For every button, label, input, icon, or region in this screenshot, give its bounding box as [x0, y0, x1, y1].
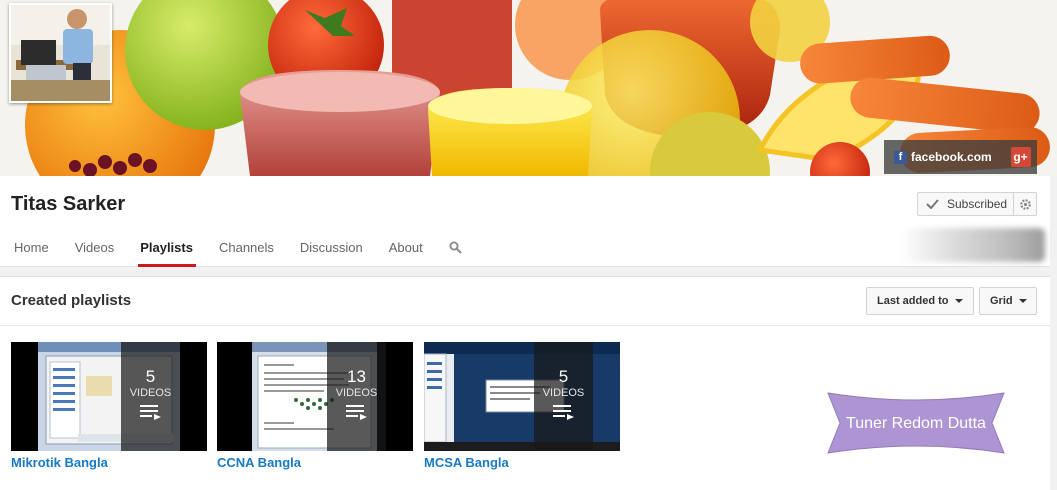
- playlist-count-overlay: 5 VIDEOS: [534, 342, 593, 451]
- video-count: 5: [145, 367, 156, 386]
- video-count: 13: [347, 367, 366, 386]
- gear-icon: [1019, 198, 1031, 210]
- section-title: Created playlists: [11, 292, 132, 309]
- playlist-thumbnail[interactable]: 5 VIDEOS: [424, 342, 620, 451]
- playlist-icon: [139, 405, 161, 420]
- tab-discussion[interactable]: Discussion: [300, 228, 363, 267]
- chevron-down-icon: [954, 299, 963, 303]
- subscribed-button[interactable]: Subscribed: [917, 192, 1014, 216]
- subscribed-label: Subscribed: [947, 197, 1008, 211]
- playlist-card[interactable]: 5 VIDEOS MCSA Bangla: [424, 342, 620, 470]
- sort-label: Last added to: [877, 295, 949, 307]
- tab-about[interactable]: About: [389, 228, 423, 267]
- playlist-title[interactable]: MCSA Bangla: [424, 455, 620, 470]
- channel-title: Titas Sarker: [11, 193, 126, 215]
- facebook-link[interactable]: f facebook.com: [884, 140, 1004, 174]
- channel-search-button[interactable]: [449, 228, 462, 267]
- playlist-thumbnail[interactable]: 5 VIDEOS: [11, 342, 207, 451]
- view-label: Grid: [990, 295, 1013, 307]
- tab-home[interactable]: Home: [14, 228, 49, 267]
- tab-playlists[interactable]: Playlists: [138, 228, 196, 267]
- search-icon: [449, 241, 462, 254]
- tab-channels[interactable]: Channels: [219, 228, 274, 267]
- blurred-region: [900, 228, 1045, 262]
- playlist-card[interactable]: 13 VIDEOS CCNA Bangla: [217, 342, 413, 470]
- channel-banner: f facebook.com g+: [0, 0, 1057, 176]
- playlist-title[interactable]: CCNA Bangla: [217, 455, 413, 470]
- playlist-icon: [345, 405, 367, 420]
- facebook-icon: f: [894, 150, 907, 164]
- video-count: 5: [558, 367, 569, 386]
- playlist-icon: [552, 405, 574, 420]
- sort-dropdown[interactable]: Last added to: [866, 287, 974, 315]
- playlist-thumbnail[interactable]: 13 VIDEOS: [217, 342, 413, 451]
- channel-tabs: Home Videos Playlists Channels Discussio…: [0, 228, 474, 267]
- view-dropdown[interactable]: Grid: [979, 287, 1037, 315]
- watermark-ribbon: Tuner Redom Dutta: [827, 392, 1005, 454]
- playlist-count-overlay: 5 VIDEOS: [121, 342, 180, 451]
- tab-videos[interactable]: Videos: [75, 228, 115, 267]
- video-count-label: VIDEOS: [129, 387, 172, 399]
- watermark-text: Tuner Redom Dutta: [846, 415, 986, 432]
- video-count-label: VIDEOS: [542, 387, 585, 399]
- google-plus-icon: g+: [1010, 147, 1031, 167]
- playlist-card[interactable]: 5 VIDEOS Mikrotik Bangla: [11, 342, 207, 470]
- google-plus-link[interactable]: g+: [1004, 140, 1037, 174]
- playlist-count-overlay: 13 VIDEOS: [327, 342, 386, 451]
- divider: [0, 325, 1050, 326]
- subscription-settings-button[interactable]: [1014, 192, 1037, 216]
- avatar-photo: [11, 5, 110, 101]
- video-count-label: VIDEOS: [335, 387, 378, 399]
- channel-header: Titas Sarker Subscribed Home Videos Play…: [0, 176, 1050, 267]
- channel-avatar[interactable]: [9, 3, 112, 103]
- checkmark-icon: [926, 199, 939, 209]
- playlist-title[interactable]: Mikrotik Bangla: [11, 455, 207, 470]
- facebook-label: facebook.com: [911, 150, 992, 164]
- chevron-down-icon: [1018, 299, 1027, 303]
- playlists-section: Created playlists Last added to Grid 5 V…: [0, 276, 1050, 490]
